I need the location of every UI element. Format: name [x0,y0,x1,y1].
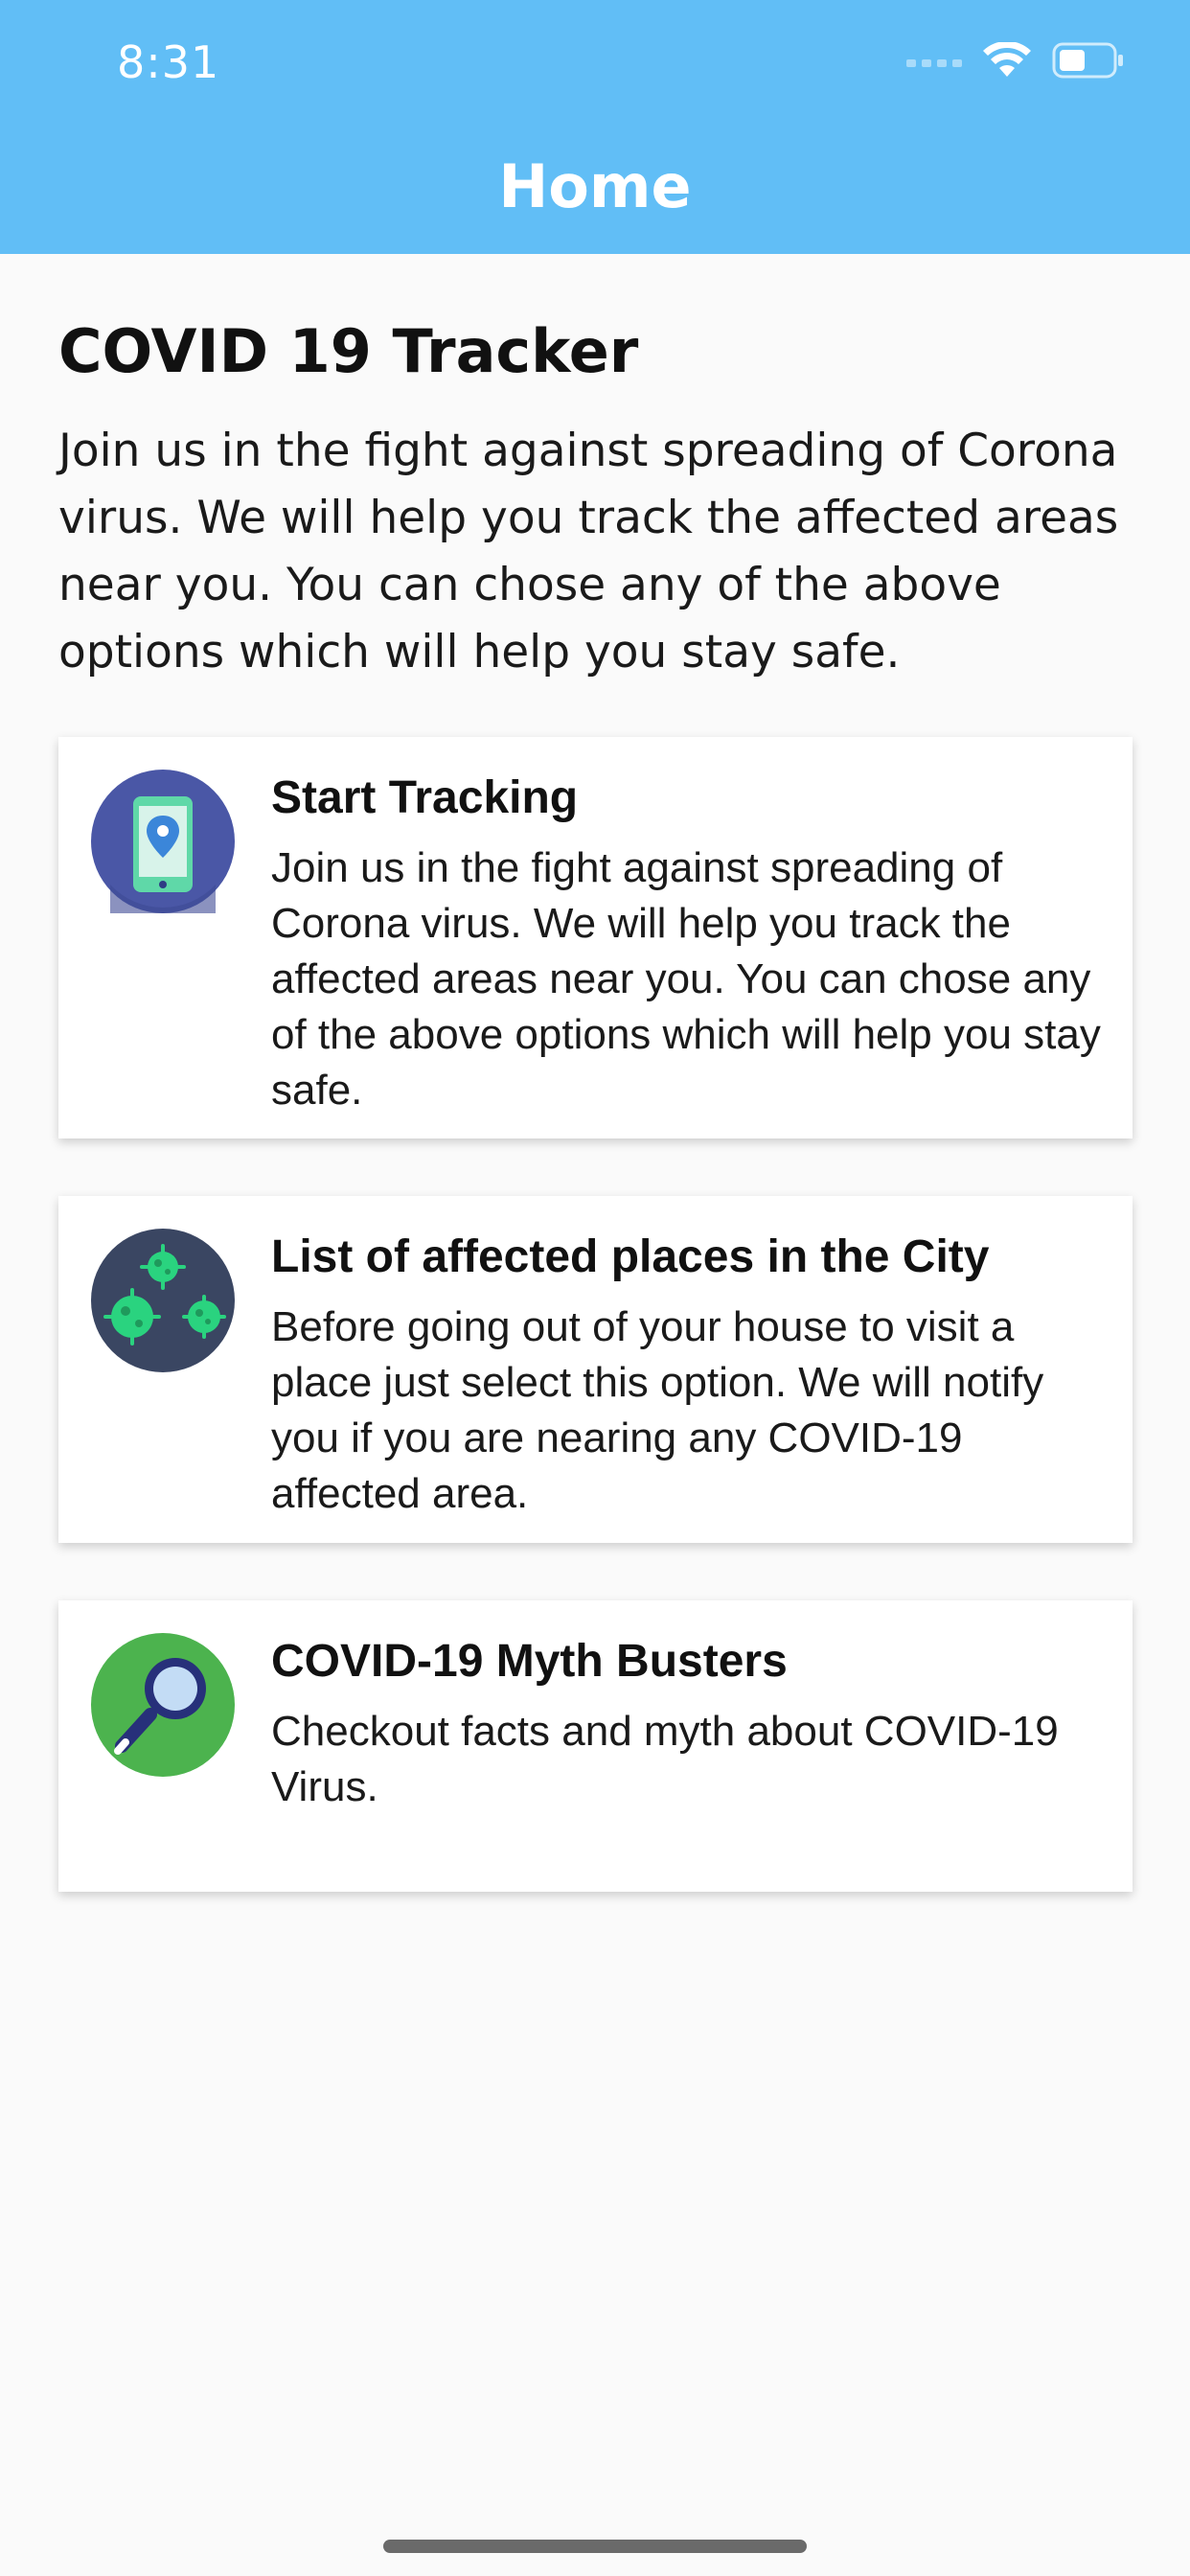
card-description: Before going out of your house to visit … [271,1303,1044,1517]
status-icons [906,42,1125,79]
battery-icon [1052,42,1123,79]
home-indicator[interactable] [383,2540,807,2553]
card-description: Join us in the fight against spreading o… [271,844,1101,1114]
phone-location-icon [91,770,235,913]
home-screen: 8:31 Home COVID 19 Tracker Join us in th… [0,0,1190,2576]
nav-title: Home [498,151,692,221]
virus-icon [91,1229,235,1372]
myth-busters-card[interactable]: COVID-19 Myth Busters Checkout facts and… [58,1600,1133,1892]
magnifier-icon [91,1633,235,1777]
status-time: 8:31 [117,36,220,88]
card-description: Checkout facts and myth about COVID-19 V… [271,1708,1059,1810]
card-title: List of affected places in the City [271,1231,990,1282]
card-title: Start Tracking [271,772,579,823]
card-title: COVID-19 Myth Busters [271,1636,788,1687]
wifi-icon [983,42,1031,77]
app-header: 8:31 Home [0,0,1190,254]
page-title: COVID 19 Tracker [58,316,639,386]
intro-text: Join us in the fight against spreading o… [58,425,1119,678]
signal-icon [906,59,962,67]
start-tracking-card[interactable]: Start Tracking Join us in the fight agai… [58,737,1133,1138]
affected-places-card[interactable]: List of affected places in the City Befo… [58,1196,1133,1543]
